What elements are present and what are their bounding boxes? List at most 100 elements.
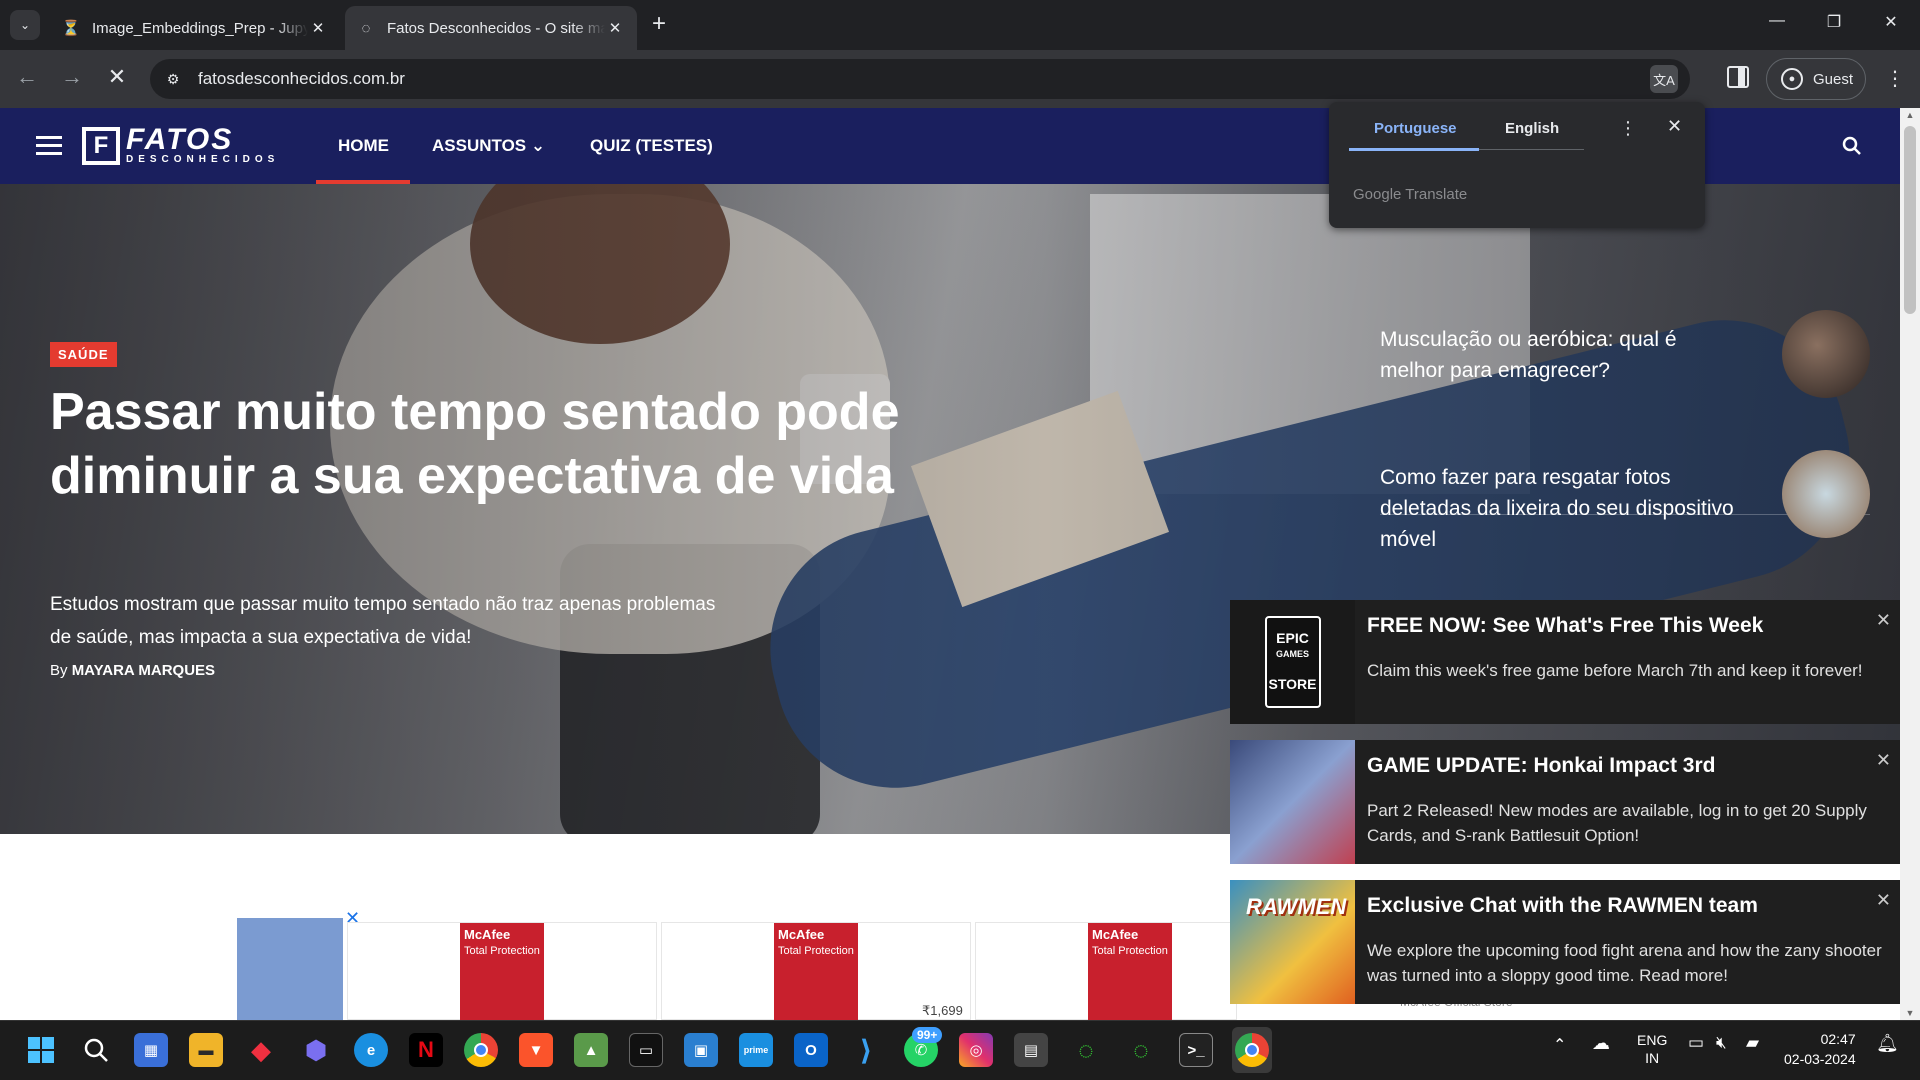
notification-title: Exclusive Chat with the RAWMEN team	[1367, 894, 1758, 917]
tab-title: Fatos Desconhecidos - O site mais curios…	[387, 19, 605, 37]
hamburger-menu-icon[interactable]	[36, 136, 62, 156]
lang-tab-target[interactable]: English	[1505, 120, 1559, 137]
notification-toast[interactable]: RAWMEN Exclusive Chat with the RAWMEN te…	[1230, 880, 1905, 1004]
notification-image: EPIC GAMES STORE	[1230, 600, 1355, 724]
scroll-up-arrow-icon[interactable]: ▲	[1900, 110, 1920, 120]
app-diamond-icon[interactable]: ◆	[244, 1033, 278, 1067]
sync-app-icon[interactable]: ◌	[1124, 1033, 1158, 1067]
ad-product-card[interactable]: McAfee Total Protection	[975, 922, 1237, 1020]
scrollbar-thumb[interactable]	[1904, 126, 1916, 314]
page-scrollbar[interactable]: ▲ ▼	[1900, 108, 1920, 1020]
clock-time: 02:47	[1820, 1031, 1856, 1047]
volume-muted-icon[interactable]: 🔇︎	[1716, 1033, 1727, 1053]
ad-banner[interactable]: ✕ McAfee Total Protection McAfee Total Pro…	[237, 908, 1237, 1020]
close-icon[interactable]: ✕	[1667, 116, 1682, 137]
tab-search-button[interactable]: ⌄	[10, 10, 40, 40]
category-badge[interactable]: SAÚDE	[50, 342, 117, 367]
notification-toast[interactable]: GAME UPDATE: Honkai Impact 3rd Part 2 Re…	[1230, 740, 1905, 864]
store-icon[interactable]: ▦	[134, 1033, 168, 1067]
prime-video-icon[interactable]: prime	[739, 1033, 773, 1067]
related-article[interactable]: Musculação ou aeróbica: qual é melhor pa…	[1380, 310, 1870, 398]
copilot-icon[interactable]: ⬢	[299, 1033, 333, 1067]
terminal-icon[interactable]: >_	[1179, 1033, 1213, 1067]
nav-assuntos[interactable]: ASSUNTOS ⌄	[432, 136, 545, 156]
close-tab-icon[interactable]: ✕	[605, 19, 625, 37]
author-link[interactable]: MAYARA MARQUES	[72, 662, 215, 679]
notification-bell-icon[interactable]: 🔔︎	[1876, 1033, 1899, 1054]
ad-brand: McAfee	[1092, 927, 1139, 942]
related-title[interactable]: Musculação ou aeróbica: qual é melhor pa…	[1380, 324, 1740, 386]
close-icon[interactable]: ✕	[1876, 750, 1891, 771]
stop-loading-button[interactable]: ✕	[102, 64, 132, 90]
translate-icon[interactable]: 文A	[1650, 65, 1678, 93]
chevron-up-icon[interactable]: ⌃	[1553, 1035, 1566, 1055]
ad-product-box: McAfee Total Protection	[460, 923, 544, 1020]
site-logo[interactable]: F FATOS DESCONHECIDOS	[82, 123, 279, 165]
image-viewer-icon[interactable]: ▲	[574, 1033, 608, 1067]
hero-banner[interactable]: SAÚDE Passar muito tempo sentado pode di…	[0, 184, 1900, 834]
close-tab-icon[interactable]: ✕	[308, 19, 328, 37]
close-icon[interactable]: ✕	[1876, 610, 1891, 631]
netflix-icon[interactable]: N	[409, 1033, 443, 1067]
new-tab-button[interactable]: +	[652, 12, 666, 36]
chrome-icon[interactable]	[1235, 1033, 1269, 1067]
profile-button[interactable]: ● Guest	[1766, 58, 1866, 100]
network-icon[interactable]: ▭	[1688, 1033, 1704, 1053]
notification-image: RAWMEN	[1230, 880, 1355, 1004]
related-article[interactable]: Como fazer para resgatar fotos deletadas…	[1380, 450, 1870, 555]
profile-label: Guest	[1813, 70, 1854, 88]
windows-taskbar: ▦ ▬ ◆ ⬢ e N ▼ ▲ ▭ ▣ prime O ⟩ ✆ 99+ ◎ ▤ …	[0, 1020, 1920, 1080]
side-panel-icon[interactable]	[1727, 66, 1749, 88]
logo-text: GAMES	[1275, 649, 1309, 659]
close-window-button[interactable]: ✕	[1876, 12, 1906, 32]
tab-fatos[interactable]: ◌ Fatos Desconhecidos - O site mais curi…	[345, 6, 637, 50]
language-indicator[interactable]: ENG IN	[1637, 1031, 1667, 1067]
browser-menu-icon[interactable]: ⋮	[1880, 66, 1910, 91]
battery-icon[interactable]: ▰	[1746, 1033, 1759, 1053]
chrome-icon[interactable]	[464, 1033, 498, 1067]
site-info-icon[interactable]: ⚙	[162, 68, 184, 90]
search-icon[interactable]	[1842, 136, 1862, 161]
close-icon[interactable]: ✕	[1876, 890, 1891, 911]
minimize-button[interactable]: —	[1762, 12, 1792, 30]
logo-main: FATOS	[126, 123, 234, 156]
app-window-icon[interactable]: ▤	[1014, 1033, 1048, 1067]
brave-icon[interactable]: ▼	[519, 1033, 553, 1067]
search-icon[interactable]	[79, 1033, 113, 1067]
restore-button[interactable]: ❐	[1819, 12, 1849, 32]
tab-title: Image_Embeddings_Prep - Jupyter	[92, 19, 308, 37]
edge-icon[interactable]: e	[354, 1033, 388, 1067]
ad-product-card[interactable]: McAfee Total Protection ₹1,699	[661, 922, 971, 1020]
nav-home[interactable]: HOME	[338, 136, 389, 156]
notification-toast[interactable]: EPIC GAMES STORE FREE NOW: See What's Free…	[1230, 600, 1905, 724]
nav-quiz[interactable]: QUIZ (TESTES)	[590, 136, 713, 156]
vscode-icon[interactable]: ⟩	[849, 1033, 883, 1067]
sync-app-icon[interactable]: ◌	[1069, 1033, 1103, 1067]
notification-body: We explore the upcoming food fight arena…	[1367, 941, 1882, 985]
scroll-down-arrow-icon[interactable]: ▼	[1900, 1008, 1920, 1018]
forward-button[interactable]: →	[57, 64, 87, 90]
outlook-icon[interactable]: O	[794, 1033, 828, 1067]
clock[interactable]: 02:47 02-03-2024	[1784, 1029, 1856, 1069]
notification-title: FREE NOW: See What's Free This Week	[1367, 614, 1764, 637]
hero-headline[interactable]: Passar muito tempo sentado pode diminuir…	[50, 380, 930, 508]
onedrive-icon[interactable]: ☁	[1592, 1033, 1610, 1054]
instagram-icon[interactable]: ◎	[959, 1033, 993, 1067]
back-button[interactable]: ←	[12, 64, 42, 90]
tab-strip: ⌄ ⏳ Image_Embeddings_Prep - Jupyter ✕ ◌ …	[0, 0, 1920, 50]
lang-tab-source[interactable]: Portuguese	[1374, 120, 1457, 137]
chevron-down-icon: ⌄	[19, 18, 31, 32]
ad-product-card[interactable]: McAfee Total Protection	[347, 922, 657, 1020]
more-options-icon[interactable]: ⋮	[1619, 118, 1637, 139]
terminal-icon[interactable]: ▭	[629, 1033, 663, 1067]
file-explorer-icon[interactable]: ▬	[189, 1033, 223, 1067]
tab-jupyter[interactable]: ⏳ Image_Embeddings_Prep - Jupyter ✕	[50, 6, 340, 50]
related-thumbnail[interactable]	[1782, 310, 1870, 398]
ad-image[interactable]	[237, 918, 343, 1020]
related-thumbnail[interactable]	[1782, 450, 1870, 538]
address-bar[interactable]: ⚙ fatosdesconhecidos.com.br 文A	[150, 59, 1690, 99]
start-icon[interactable]	[24, 1033, 58, 1067]
url-text[interactable]: fatosdesconhecidos.com.br	[198, 69, 405, 89]
window-app-icon[interactable]: ▣	[684, 1033, 718, 1067]
related-title[interactable]: Como fazer para resgatar fotos deletadas…	[1380, 462, 1740, 555]
